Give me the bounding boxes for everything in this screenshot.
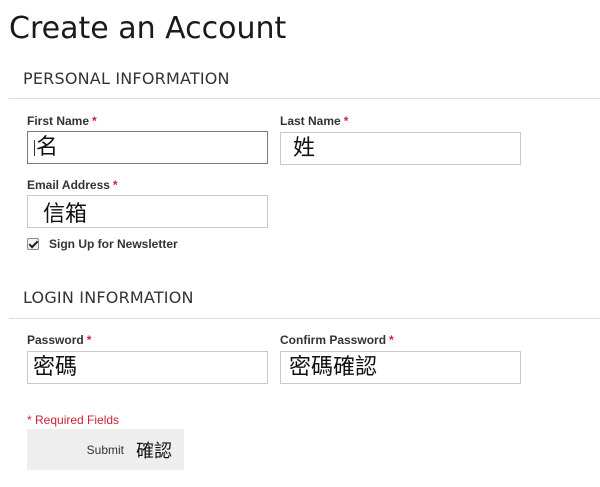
confirm-password-label: Confirm Password *: [280, 333, 394, 347]
required-asterisk: *: [389, 333, 394, 347]
first-name-input[interactable]: 名: [27, 131, 268, 164]
email-input[interactable]: 信箱: [27, 195, 268, 228]
newsletter-checkbox[interactable]: [27, 238, 39, 250]
email-label-text: Email Address: [27, 178, 110, 192]
required-asterisk: *: [343, 114, 349, 128]
last-name-label-text: Last Name: [280, 114, 341, 128]
personal-info-heading: PERSONAL INFORMATION: [23, 69, 230, 88]
first-name-value: 名: [36, 135, 59, 160]
required-asterisk: *: [86, 333, 92, 347]
required-asterisk: *: [92, 114, 97, 128]
submit-button[interactable]: Submit 確認: [27, 429, 184, 470]
section-divider: [9, 318, 600, 319]
last-name-input[interactable]: 姓: [280, 132, 521, 165]
confirm-password-input[interactable]: 密碼確認: [280, 351, 521, 384]
text-caret: [34, 140, 35, 156]
password-label: Password *: [27, 333, 91, 347]
first-name-label: First Name *: [27, 114, 97, 128]
confirm-password-label-text: Confirm Password: [280, 333, 387, 347]
section-divider: [9, 98, 600, 99]
submit-annotation: 確認: [136, 440, 172, 462]
required-fields-note: * Required Fields: [27, 413, 120, 427]
email-value: 信箱: [43, 202, 88, 227]
newsletter-option[interactable]: Sign Up for Newsletter: [27, 236, 178, 252]
first-name-label-text: First Name: [27, 114, 90, 128]
password-label-text: Password: [27, 333, 84, 347]
last-name-value: 姓: [293, 136, 316, 161]
newsletter-label: Sign Up for Newsletter: [49, 237, 178, 251]
confirm-password-value: 密碼確認: [289, 355, 378, 380]
login-info-heading: LOGIN INFORMATION: [23, 288, 194, 307]
last-name-label: Last Name *: [280, 114, 348, 128]
page-title: Create an Account: [9, 11, 287, 46]
email-label: Email Address *: [27, 178, 118, 192]
submit-label: Submit: [86, 442, 124, 457]
password-input[interactable]: 密碼: [27, 351, 268, 384]
required-asterisk: *: [112, 178, 118, 192]
password-value: 密碼: [33, 355, 78, 380]
